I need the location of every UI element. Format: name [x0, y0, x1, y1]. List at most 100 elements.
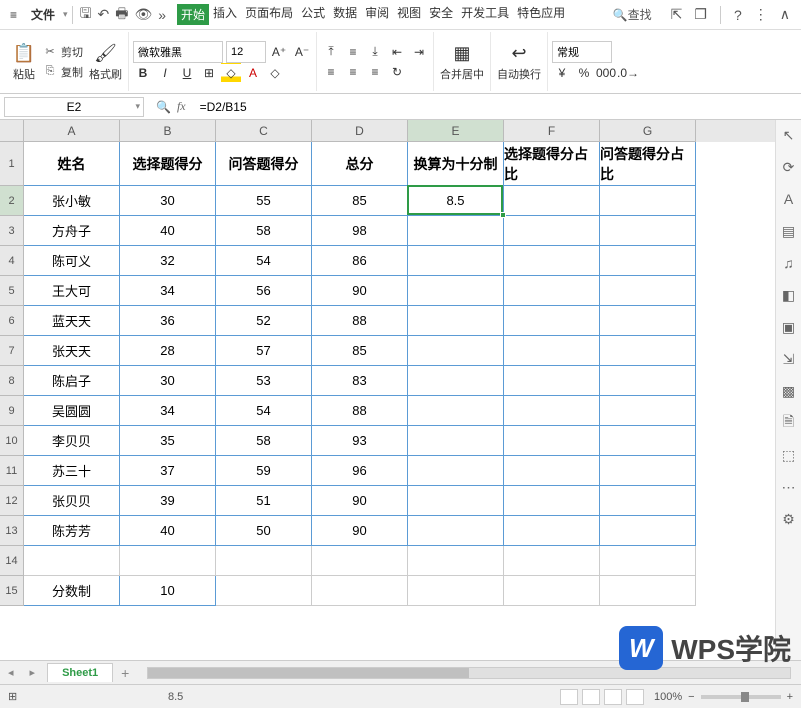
more-icon[interactable]: »	[155, 7, 169, 23]
select-all-corner[interactable]	[0, 120, 24, 142]
palette-icon[interactable]: ◧	[780, 286, 798, 304]
cell-E11[interactable]	[408, 456, 504, 486]
align-right-icon[interactable]: ≡	[365, 62, 385, 82]
cell-E12[interactable]	[408, 486, 504, 516]
cell-C12[interactable]: 51	[216, 486, 312, 516]
bold-button[interactable]: B	[133, 63, 153, 83]
cell-E4[interactable]	[408, 246, 504, 276]
ribbon-tab-7[interactable]: 安全	[425, 4, 457, 25]
cell-F14[interactable]	[504, 546, 600, 576]
col-header-G[interactable]: G	[600, 120, 696, 142]
thousands-icon[interactable]: 000	[596, 63, 616, 83]
col-header-A[interactable]: A	[24, 120, 120, 142]
align-top-icon[interactable]: ⤒	[321, 42, 341, 62]
ribbon-tab-1[interactable]: 插入	[209, 4, 241, 25]
fx-icon[interactable]: fx	[177, 99, 186, 114]
cell-E1[interactable]: 换算为十分制	[408, 142, 504, 186]
cell-D3[interactable]: 98	[312, 216, 408, 246]
cell-G10[interactable]	[600, 426, 696, 456]
sheet-tab[interactable]: Sheet1	[47, 663, 113, 682]
cell-D10[interactable]: 93	[312, 426, 408, 456]
ribbon-tab-9[interactable]: 特色应用	[513, 4, 569, 25]
cell-D12[interactable]: 90	[312, 486, 408, 516]
cell-C3[interactable]: 58	[216, 216, 312, 246]
cell-D15[interactable]	[312, 576, 408, 606]
cell-F13[interactable]	[504, 516, 600, 546]
cell-F10[interactable]	[504, 426, 600, 456]
cell-G5[interactable]	[600, 276, 696, 306]
col-header-E[interactable]: E	[408, 120, 504, 142]
tab-nav-next-icon[interactable]: ▸	[22, 666, 44, 679]
cell-A3[interactable]: 方舟子	[24, 216, 120, 246]
cell-B15[interactable]: 10	[120, 576, 216, 606]
cell-A15[interactable]: 分数制	[24, 576, 120, 606]
cell-A2[interactable]: 张小敏	[24, 186, 120, 216]
layers-icon[interactable]: ▤	[780, 222, 798, 240]
template-icon[interactable]: ▣	[780, 318, 798, 336]
cell-B3[interactable]: 40	[120, 216, 216, 246]
row-header-5[interactable]: 5	[0, 276, 24, 306]
align-middle-icon[interactable]: ≡	[343, 42, 363, 62]
zoom-in-icon[interactable]: +	[787, 691, 793, 703]
cell-E3[interactable]	[408, 216, 504, 246]
cell-F2[interactable]	[504, 186, 600, 216]
cell-F9[interactable]	[504, 396, 600, 426]
cursor-icon[interactable]: ↖	[780, 126, 798, 144]
cell-A13[interactable]: 陈芳芳	[24, 516, 120, 546]
cell-D13[interactable]: 90	[312, 516, 408, 546]
cell-B11[interactable]: 37	[120, 456, 216, 486]
undo-icon[interactable]: ↶	[95, 6, 113, 23]
cell-B4[interactable]: 32	[120, 246, 216, 276]
hamburger-icon[interactable]: ≡	[4, 8, 23, 22]
cell-G3[interactable]	[600, 216, 696, 246]
cell-D5[interactable]: 90	[312, 276, 408, 306]
row-header-4[interactable]: 4	[0, 246, 24, 276]
indent-decrease-icon[interactable]: ⇤	[387, 42, 407, 62]
cell-A8[interactable]: 陈启子	[24, 366, 120, 396]
cell-G4[interactable]	[600, 246, 696, 276]
row-header-6[interactable]: 6	[0, 306, 24, 336]
ribbon-tab-2[interactable]: 页面布局	[241, 4, 297, 25]
preview-icon[interactable]: 👁	[131, 6, 155, 23]
search-button[interactable]: 🔍 查找	[613, 6, 652, 23]
cell-F5[interactable]	[504, 276, 600, 306]
cell-F3[interactable]	[504, 216, 600, 246]
cell-C5[interactable]: 56	[216, 276, 312, 306]
cell-D2[interactable]: 85	[312, 186, 408, 216]
cell-E7[interactable]	[408, 336, 504, 366]
cell-A9[interactable]: 吴圆圆	[24, 396, 120, 426]
cell-A11[interactable]: 苏三十	[24, 456, 120, 486]
cell-C7[interactable]: 57	[216, 336, 312, 366]
cell-F12[interactable]	[504, 486, 600, 516]
cell-D1[interactable]: 总分	[312, 142, 408, 186]
add-sheet-icon[interactable]: +	[113, 665, 137, 681]
col-header-B[interactable]: B	[120, 120, 216, 142]
refresh-icon[interactable]: ⟳	[780, 158, 798, 176]
zoom-thumb[interactable]	[741, 692, 749, 702]
cell-G12[interactable]	[600, 486, 696, 516]
row-header-9[interactable]: 9	[0, 396, 24, 426]
zoom-slider[interactable]	[701, 695, 781, 699]
tab-nav-prev-icon[interactable]: ◂	[0, 666, 22, 679]
col-header-F[interactable]: F	[504, 120, 600, 142]
row-header-13[interactable]: 13	[0, 516, 24, 546]
row-header-1[interactable]: 1	[0, 142, 24, 186]
cell-E8[interactable]	[408, 366, 504, 396]
row-header-12[interactable]: 12	[0, 486, 24, 516]
cell-D4[interactable]: 86	[312, 246, 408, 276]
cell-A14[interactable]	[24, 546, 120, 576]
cell-E14[interactable]	[408, 546, 504, 576]
zoom-out-icon[interactable]: −	[688, 691, 694, 703]
status-mode-icon[interactable]: ⊞	[8, 690, 168, 703]
ribbon-tab-0[interactable]: 开始	[177, 4, 209, 25]
namebox-dropdown-icon[interactable]: ▾	[135, 101, 140, 112]
cell-G9[interactable]	[600, 396, 696, 426]
cell-F1[interactable]: 选择题得分占比	[504, 142, 600, 186]
cell-C9[interactable]: 54	[216, 396, 312, 426]
cell-C8[interactable]: 53	[216, 366, 312, 396]
increase-font-icon[interactable]: A⁺	[269, 42, 289, 62]
fill-handle[interactable]	[500, 212, 506, 218]
settings-icon[interactable]: ⚙	[780, 510, 798, 528]
align-bottom-icon[interactable]: ⤓	[365, 42, 385, 62]
export-icon[interactable]: ⇲	[780, 350, 798, 368]
